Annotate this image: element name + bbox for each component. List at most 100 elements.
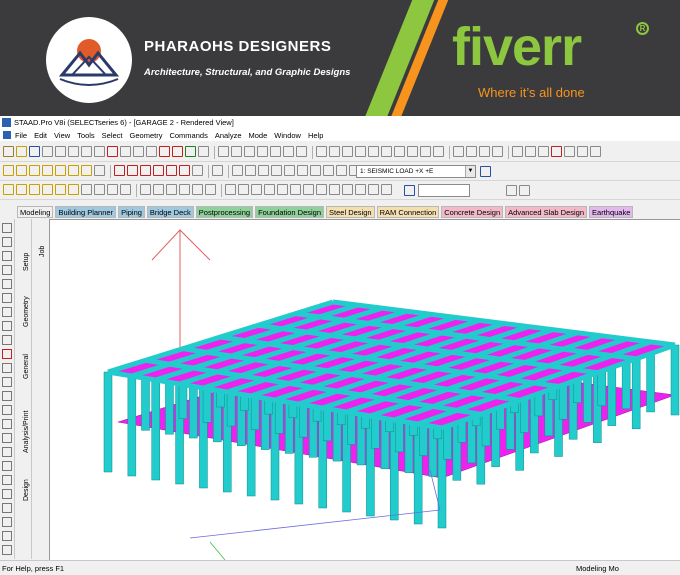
translate-icon[interactable] (140, 184, 151, 195)
document-icon[interactable] (3, 131, 11, 139)
snap-node-icon[interactable] (3, 184, 14, 195)
menu-mode[interactable]: Mode (249, 131, 268, 140)
delete-icon[interactable] (107, 146, 118, 157)
side-tab-geometry[interactable]: Geometry (17, 275, 31, 327)
undo-icon[interactable] (120, 146, 131, 157)
chart-icon[interactable] (519, 185, 530, 196)
flag-icon[interactable] (551, 146, 562, 157)
insert-node-icon[interactable] (277, 184, 288, 195)
side-tool-icon[interactable] (2, 377, 12, 387)
plot-icon[interactable] (577, 146, 588, 157)
cut-icon[interactable] (81, 146, 92, 157)
run-icon[interactable] (172, 146, 183, 157)
side-tool-icon[interactable] (2, 307, 12, 317)
load-value-field[interactable] (418, 184, 470, 197)
mesh-icon[interactable] (94, 184, 105, 195)
side-tool-icon[interactable] (2, 279, 12, 289)
check-icon[interactable] (159, 146, 170, 157)
side-tool-icon[interactable] (2, 447, 12, 457)
add-beam-icon[interactable] (16, 184, 27, 195)
table-icon[interactable] (590, 146, 601, 157)
graph-icon[interactable] (506, 185, 517, 196)
tab-ram-connection[interactable]: RAM Connection (376, 205, 440, 218)
side-tab-general[interactable]: General (17, 331, 31, 379)
zoom-previous-icon[interactable] (297, 165, 308, 176)
side-tab-design[interactable]: Design (17, 457, 31, 501)
beam-select-icon[interactable] (355, 146, 366, 157)
add-surface-icon[interactable] (68, 184, 79, 195)
menu-commands[interactable]: Commands (169, 131, 207, 140)
camera-icon[interactable] (244, 146, 255, 157)
side-tool-icon[interactable] (2, 251, 12, 261)
surface-select-icon[interactable] (394, 146, 405, 157)
color-beam-icon[interactable] (329, 184, 340, 195)
side-tool-icon[interactable] (2, 405, 12, 415)
add-quad-icon[interactable] (42, 184, 53, 195)
tab-modeling[interactable]: Modeling (17, 205, 54, 218)
side-tool-icon[interactable] (2, 321, 12, 331)
grid-icon[interactable] (525, 146, 536, 157)
mirror-icon[interactable] (153, 184, 164, 195)
front-view-icon[interactable] (16, 165, 27, 176)
picture-icon[interactable] (231, 146, 242, 157)
side-tool-icon[interactable] (2, 363, 12, 373)
tag-icon[interactable] (316, 184, 327, 195)
zoom-in-icon[interactable] (245, 165, 256, 176)
side-tool-icon[interactable] (2, 461, 12, 471)
property-icon[interactable] (107, 184, 118, 195)
tab-postprocessing[interactable]: Postprocessing (195, 205, 254, 218)
cursor-icon[interactable] (329, 146, 340, 157)
all-select-icon[interactable] (433, 146, 444, 157)
rotate-right-icon[interactable] (153, 165, 164, 176)
bottom-view-icon[interactable] (81, 165, 92, 176)
rotate-down-icon[interactable] (127, 165, 138, 176)
support-icon[interactable] (120, 184, 131, 195)
zoom-extents-icon[interactable] (271, 165, 282, 176)
connect-icon[interactable] (303, 184, 314, 195)
zoom-out-icon[interactable] (258, 165, 269, 176)
tab-concrete-design[interactable]: Concrete Design (441, 205, 504, 218)
menu-edit[interactable]: Edit (34, 131, 47, 140)
side-tool-icon[interactable] (2, 237, 12, 247)
merge-icon[interactable] (192, 184, 203, 195)
tab-foundation-design[interactable]: Foundation Design (255, 205, 325, 218)
hammer-icon[interactable] (198, 146, 209, 157)
geometry-select-icon[interactable] (407, 146, 418, 157)
help-icon[interactable] (480, 166, 491, 177)
side-tab-analysis-print[interactable]: Analysis/Print (17, 383, 31, 453)
load-case-dropdown[interactable]: 1: SEISMIC LOAD +X +E ▼ (356, 165, 476, 178)
paste-icon[interactable] (94, 146, 105, 157)
joint-icon[interactable] (538, 146, 549, 157)
left-view-icon[interactable] (42, 165, 53, 176)
menu-analyze[interactable]: Analyze (215, 131, 242, 140)
album-icon[interactable] (257, 146, 268, 157)
tab-building-planner[interactable]: Building Planner (55, 205, 117, 218)
tab-advanced-slab-design[interactable]: Advanced Slab Design (505, 205, 588, 218)
plate-label-icon[interactable] (251, 184, 262, 195)
report-setup-icon[interactable] (270, 146, 281, 157)
menu-file[interactable]: File (15, 131, 27, 140)
save-icon[interactable] (29, 146, 40, 157)
menu-tools[interactable]: Tools (77, 131, 95, 140)
dimension-icon[interactable] (466, 146, 477, 157)
spin-left-icon[interactable] (166, 165, 177, 176)
copy-icon[interactable] (68, 146, 79, 157)
solid-select-icon[interactable] (381, 146, 392, 157)
node-select-icon[interactable] (342, 146, 353, 157)
cursor-mode-icon[interactable] (212, 165, 223, 176)
side-tool-icon[interactable] (2, 475, 12, 485)
pan-icon[interactable] (192, 165, 203, 176)
open-file-icon[interactable] (16, 146, 27, 157)
side-tool-icon[interactable] (2, 265, 12, 275)
display-view-icon[interactable] (310, 165, 321, 176)
side-tool-icon[interactable] (2, 517, 12, 527)
node-label-icon[interactable] (238, 184, 249, 195)
tab-steel-design[interactable]: Steel Design (326, 205, 375, 218)
tab-piping[interactable]: Piping (118, 205, 145, 218)
filter-icon[interactable] (368, 184, 379, 195)
right-view-icon[interactable] (55, 165, 66, 176)
split-beam-icon[interactable] (290, 184, 301, 195)
add-solid-icon[interactable] (55, 184, 66, 195)
iso-view-icon[interactable] (94, 165, 105, 176)
tab-bridge-deck[interactable]: Bridge Deck (146, 205, 194, 218)
